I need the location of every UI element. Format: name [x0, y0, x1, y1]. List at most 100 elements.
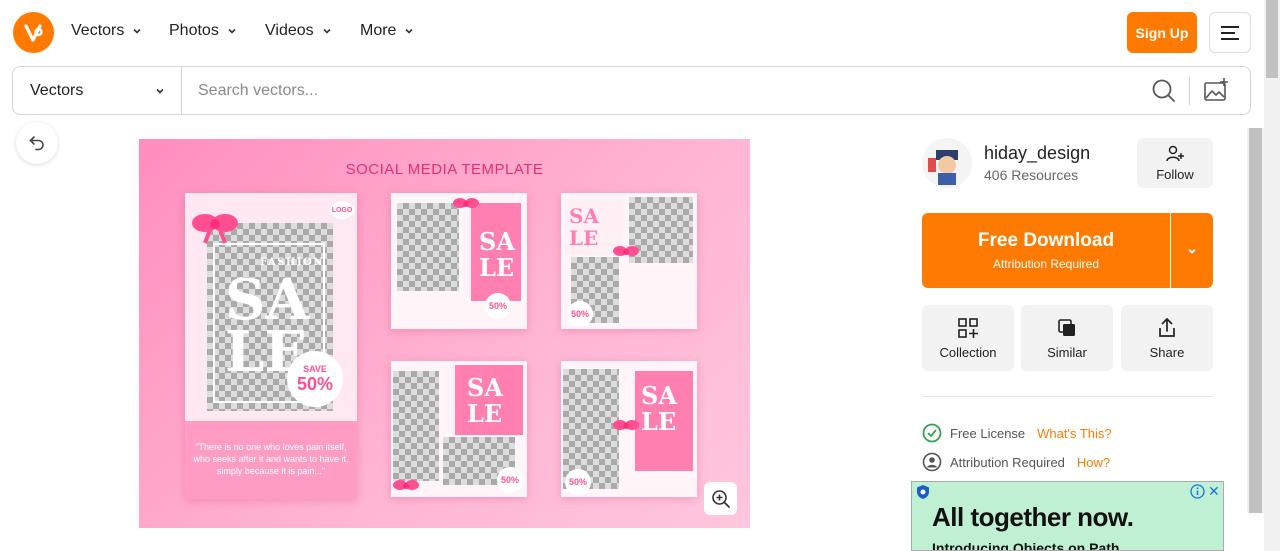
attribution-label: Attribution Required — [950, 454, 1065, 470]
divider — [922, 396, 1213, 397]
page: Vectors Photos Videos More Sign Up Vecto… — [0, 0, 1280, 551]
nav-item-label: Videos — [265, 22, 314, 39]
sale-text-line2: LE — [569, 226, 599, 250]
ad-subline: Introducing Objects on Path — [932, 540, 1120, 551]
similar-icon — [1058, 318, 1075, 336]
window-scroll-thumb[interactable] — [1266, 0, 1278, 78]
pink-bow-icon — [453, 198, 479, 208]
collection-button[interactable]: Collection — [922, 305, 1014, 371]
sale-text-line2: LE — [479, 253, 515, 282]
free-download-button[interactable]: Free Download Attribution Required — [922, 213, 1170, 288]
sale-text-line1: SA — [569, 204, 599, 228]
chevron-down-icon — [156, 88, 164, 94]
share-button[interactable]: Share — [1121, 305, 1213, 371]
chevron-down-icon — [1188, 248, 1196, 254]
save-value: 50% — [296, 373, 334, 394]
search-type-select[interactable]: Vectors — [13, 67, 182, 114]
undo-arrow-icon — [29, 136, 44, 151]
chevron-down-icon — [405, 28, 414, 34]
save-badge: 50% — [497, 467, 523, 493]
sale-text-line2: LE — [467, 399, 503, 428]
photo-placeholder — [393, 371, 439, 481]
search-bar: Vectors — [12, 66, 1251, 115]
post-card: SA LE 50% — [561, 361, 697, 497]
share-label: Share — [1149, 344, 1185, 360]
logo-badge: LOGO — [330, 201, 354, 219]
vecteezy-logo[interactable] — [13, 12, 54, 53]
sale-text-line1: SA — [641, 381, 677, 410]
how-link[interactable]: How? — [1077, 455, 1110, 470]
post-card: SA LE 50% — [391, 361, 527, 497]
follow-button[interactable]: Follow — [1137, 138, 1213, 188]
hamburger-menu-icon — [1221, 25, 1239, 40]
save-label: SAVE — [303, 363, 327, 374]
follow-label: Follow — [1156, 167, 1194, 182]
advertisement[interactable]: ✕ All together now. Introducing Objects … — [911, 481, 1224, 551]
save-badge: 50% — [565, 469, 591, 495]
ad-headline: All together now. — [932, 502, 1134, 532]
avatar-illustration — [922, 138, 972, 188]
save-badge: SAVE 50% — [287, 351, 343, 407]
nav-item-videos[interactable]: Videos — [265, 22, 332, 40]
story-card: FASHION SA LE SAVE 50% "There is no one … — [185, 193, 357, 499]
post-card: SA LE 50% — [561, 193, 697, 329]
sale-text-line1: SA — [479, 227, 515, 256]
check-circle-icon — [922, 423, 942, 443]
chevron-down-icon — [323, 28, 331, 34]
download-sublabel: Attribution Required — [992, 257, 1100, 271]
pink-bow-icon — [613, 420, 639, 430]
info-icon[interactable] — [1190, 484, 1205, 499]
sale-text-line1: SA — [467, 373, 503, 402]
chevron-down-icon — [133, 28, 141, 34]
back-button[interactable] — [16, 122, 58, 164]
author-avatar[interactable] — [922, 138, 972, 188]
search-type-label: Vectors — [30, 81, 84, 99]
sign-up-button[interactable]: Sign Up — [1127, 12, 1197, 53]
download-label: Free Download — [977, 230, 1115, 251]
collection-label: Collection — [939, 344, 997, 360]
free-license-row: Free License What's This? — [922, 423, 1112, 443]
share-icon — [1159, 317, 1175, 337]
pink-bow-icon — [192, 214, 238, 244]
photo-placeholder — [397, 203, 459, 291]
image-search-icon[interactable] — [1203, 77, 1231, 103]
logo-v-icon — [23, 23, 43, 42]
nav-item-label: More — [360, 22, 397, 39]
template-title: SOCIAL MEDIA TEMPLATE — [345, 161, 544, 178]
shield-icon — [917, 485, 929, 499]
search-divider — [1189, 77, 1190, 105]
author-resources-count: 406 Resources — [984, 167, 1079, 183]
attribution-user-icon — [922, 452, 942, 472]
window-scrollbar[interactable] — [1264, 0, 1280, 551]
nav-item-label: Vectors — [71, 22, 125, 39]
whats-this-link[interactable]: What's This? — [1037, 426, 1112, 441]
nav-item-more[interactable]: More — [360, 22, 414, 40]
sale-text-line1: SA — [225, 267, 309, 333]
attribution-row: Attribution Required How? — [922, 452, 1110, 472]
nav-item-vectors[interactable]: Vectors — [71, 22, 142, 40]
search-icon[interactable] — [1151, 78, 1177, 104]
collection-icon — [958, 317, 978, 338]
pink-bow-icon — [613, 246, 639, 256]
similar-button[interactable]: Similar — [1021, 305, 1113, 371]
menu-button[interactable] — [1209, 12, 1251, 53]
top-nav: Vectors Photos Videos More Sign Up — [0, 0, 1264, 66]
resource-preview-image[interactable]: SOCIAL MEDIA TEMPLATE FASHION SA LE SAVE… — [139, 139, 750, 528]
panel-scroll-thumb[interactable] — [1249, 128, 1262, 513]
nav-item-photos[interactable]: Photos — [169, 22, 237, 40]
download-options-button[interactable] — [1171, 213, 1213, 288]
pink-bow-icon — [393, 480, 419, 490]
author-name[interactable]: hiday_design — [984, 143, 1090, 164]
save-badge: 50% — [485, 293, 511, 319]
search-input[interactable] — [198, 77, 1128, 105]
save-badge: 50% — [567, 301, 593, 327]
free-license-label: Free License — [950, 425, 1026, 441]
ad-close-icon[interactable]: ✕ — [1208, 483, 1220, 500]
similar-label: Similar — [1047, 344, 1087, 360]
zoom-button[interactable] — [704, 482, 737, 515]
add-user-icon — [1166, 145, 1184, 162]
quote-text: "There is no one who loves pain itself, … — [193, 442, 349, 477]
nav-item-label: Photos — [169, 22, 219, 39]
chevron-down-icon — [228, 28, 236, 34]
zoom-in-icon — [711, 489, 730, 508]
